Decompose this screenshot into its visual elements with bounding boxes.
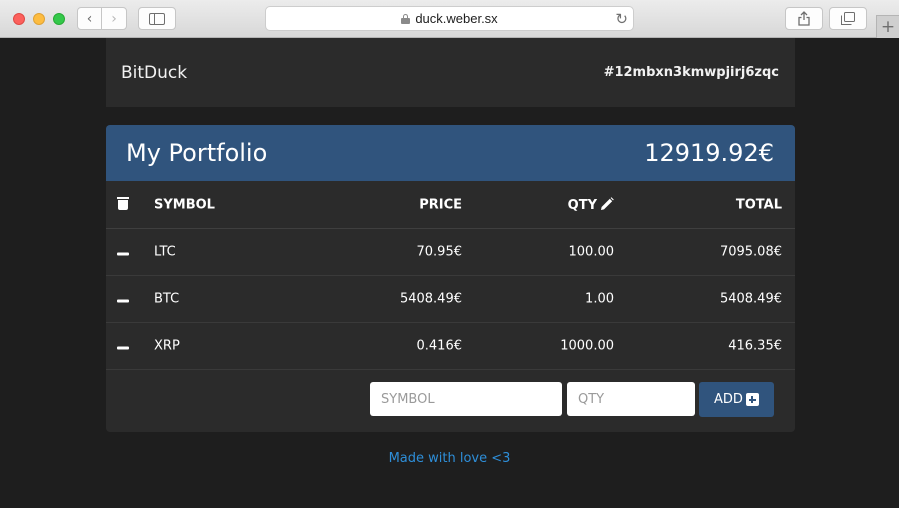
plus-square-icon	[745, 393, 759, 406]
add-asset-form: ADD	[106, 370, 795, 430]
row-price: 5408.49€	[399, 291, 462, 307]
row-qty: 1.00	[585, 291, 614, 307]
footer-link-text[interactable]: Made with love <3	[389, 451, 511, 466]
remove-row-button[interactable]	[117, 339, 129, 354]
url-text: duck.weber.sx	[415, 11, 498, 26]
reload-icon[interactable]: ↻	[615, 10, 628, 28]
minimize-window-button[interactable]	[33, 13, 45, 25]
symbol-input[interactable]	[370, 382, 562, 416]
address-bar[interactable]: duck.weber.sx ↻	[265, 6, 634, 31]
app-header: BitDuck #12mbxn3kmwpjirj6zqc	[106, 38, 795, 107]
row-total: 7095.08€	[719, 244, 782, 260]
table-row: LTC 70.95€ 100.00 7095.08€	[106, 229, 795, 276]
back-button[interactable]: ‹	[77, 7, 102, 30]
chevron-right-icon: ›	[111, 10, 117, 27]
minus-icon	[117, 299, 129, 303]
row-symbol: BTC	[154, 291, 180, 307]
maximize-window-button[interactable]	[53, 13, 65, 25]
show-tabs-button[interactable]	[829, 7, 867, 30]
brand-logo[interactable]: BitDuck	[121, 63, 187, 83]
lock-icon	[401, 13, 411, 24]
row-total: 416.35€	[728, 338, 782, 354]
portfolio-title: My Portfolio	[126, 139, 268, 167]
row-price: 70.95€	[416, 244, 463, 260]
browser-toolbar: ‹ › duck.weber.sx ↻ +	[0, 0, 899, 38]
row-price: 0.416€	[416, 338, 463, 354]
sidebar-toggle-button[interactable]	[138, 7, 176, 30]
close-window-button[interactable]	[13, 13, 25, 25]
share-icon	[798, 11, 810, 26]
column-symbol: SYMBOL	[154, 197, 215, 212]
row-qty: 100.00	[568, 244, 615, 260]
table-header: SYMBOL PRICE QTY TOTAL	[106, 181, 795, 229]
portfolio-total: 12919.92€	[644, 139, 774, 167]
clear-all-button[interactable]	[117, 196, 129, 214]
table-row: XRP 0.416€ 1000.00 416.35€	[106, 323, 795, 370]
share-button[interactable]	[785, 7, 823, 30]
add-button[interactable]: ADD	[699, 382, 774, 417]
minus-icon	[117, 252, 129, 256]
remove-row-button[interactable]	[117, 245, 129, 260]
minus-icon	[117, 346, 129, 350]
wallet-id: #12mbxn3kmwpjirj6zqc	[603, 65, 779, 80]
new-tab-button[interactable]: +	[876, 15, 899, 38]
footer-link[interactable]: Made with love <3	[0, 451, 899, 466]
qty-input[interactable]	[567, 382, 695, 416]
column-qty[interactable]: QTY	[567, 196, 614, 213]
add-button-label: ADD	[714, 392, 743, 407]
chevron-left-icon: ‹	[86, 10, 93, 27]
pencil-icon	[601, 196, 614, 210]
tabs-icon	[841, 12, 855, 25]
portfolio-panel: My Portfolio 12919.92€ SYMBOL PRICE QTY …	[106, 125, 795, 432]
portfolio-header: My Portfolio 12919.92€	[106, 125, 795, 181]
trash-icon	[117, 196, 129, 210]
remove-row-button[interactable]	[117, 292, 129, 307]
column-qty-label: QTY	[567, 197, 597, 213]
forward-button[interactable]: ›	[101, 7, 127, 30]
row-symbol: XRP	[154, 338, 180, 354]
table-row: BTC 5408.49€ 1.00 5408.49€	[106, 276, 795, 323]
column-total: TOTAL	[735, 197, 782, 212]
row-qty: 1000.00	[560, 338, 614, 354]
row-symbol: LTC	[154, 244, 176, 260]
sidebar-icon	[149, 12, 165, 25]
row-total: 5408.49€	[719, 291, 782, 307]
plus-icon: +	[880, 17, 896, 37]
column-price: PRICE	[419, 197, 462, 212]
